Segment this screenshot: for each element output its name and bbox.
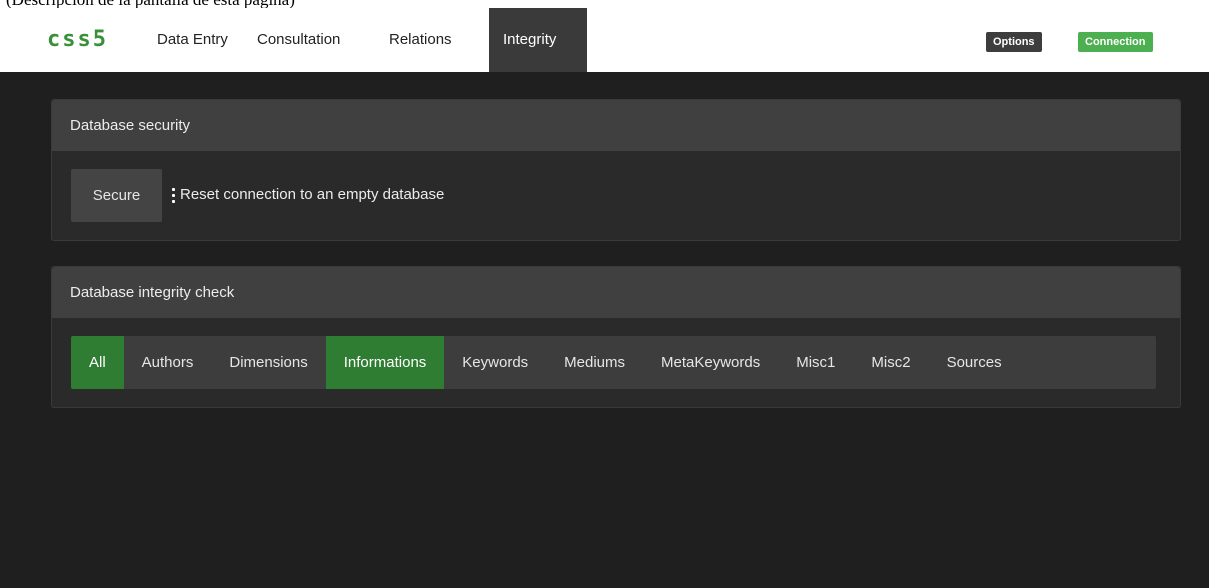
tab-sources[interactable]: Sources — [929, 336, 1020, 389]
connection-button[interactable]: Connection — [1078, 32, 1153, 52]
secure-description: Reset connection to an empty database — [180, 186, 445, 203]
tab-misc2[interactable]: Misc2 — [853, 336, 928, 389]
nav-item-integrity[interactable]: Integrity — [489, 8, 587, 72]
panel-title: Database integrity check — [52, 267, 1180, 318]
tab-authors[interactable]: Authors — [124, 336, 212, 389]
nav-item-consultation[interactable]: Consultation — [243, 8, 354, 72]
tab-informations[interactable]: Informations — [325, 336, 445, 389]
nav-item-relations[interactable]: Relations — [375, 8, 466, 72]
brand-logo[interactable]: css5 — [47, 28, 108, 52]
kebab-menu-icon — [170, 188, 178, 204]
main-content: Database security Secure Reset connectio… — [0, 72, 1209, 588]
top-navbar: css5 Data Entry Consultation Relations I… — [0, 8, 1209, 72]
secure-button[interactable]: Secure — [71, 169, 162, 222]
tab-dimensions[interactable]: Dimensions — [211, 336, 325, 389]
options-button[interactable]: Options — [986, 32, 1042, 52]
database-integrity-panel: Database integrity check All Authors Dim… — [51, 266, 1181, 408]
integrity-tab-bar: All Authors Dimensions Informations Keyw… — [71, 336, 1156, 389]
tab-metakeywords[interactable]: MetaKeywords — [643, 336, 778, 389]
tab-misc1[interactable]: Misc1 — [778, 336, 853, 389]
tab-keywords[interactable]: Keywords — [444, 336, 546, 389]
nav-item-data-entry[interactable]: Data Entry — [143, 8, 242, 72]
tab-mediums[interactable]: Mediums — [546, 336, 643, 389]
database-security-panel: Database security Secure Reset connectio… — [51, 99, 1181, 241]
tab-all[interactable]: All — [71, 336, 124, 389]
panel-title: Database security — [52, 100, 1180, 151]
